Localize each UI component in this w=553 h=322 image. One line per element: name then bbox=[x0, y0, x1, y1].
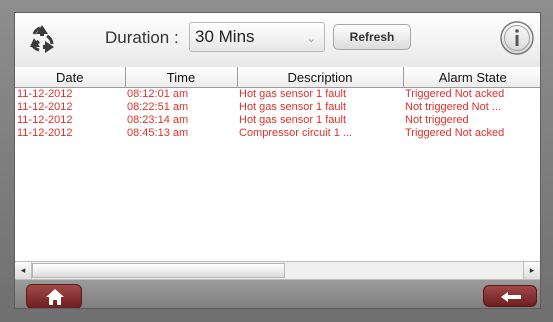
column-header-date[interactable]: Date bbox=[15, 67, 126, 88]
scroll-left-icon[interactable]: ◂ bbox=[15, 262, 32, 279]
cell-alarm-state: Triggered Not acked bbox=[405, 88, 505, 100]
duration-select[interactable]: 30 Mins ⌄ bbox=[189, 22, 325, 52]
scroll-right-icon[interactable]: ▸ bbox=[523, 262, 540, 279]
cell-description: Compressor circuit 1 ... bbox=[239, 127, 353, 139]
cell-time: 08:12:01 am bbox=[127, 88, 189, 100]
back-button[interactable] bbox=[483, 285, 537, 307]
cell-date: 11-12-2012 bbox=[17, 101, 73, 113]
table-row[interactable]: 11-12-2012 08:12:01 am Hot gas sensor 1 … bbox=[15, 88, 540, 102]
device-frame: Duration : 30 Mins ⌄ Refresh Date Time D… bbox=[0, 0, 553, 322]
horizontal-scrollbar[interactable]: ◂ ▸ bbox=[15, 261, 540, 280]
cell-description: Hot gas sensor 1 fault bbox=[239, 101, 347, 113]
table-row[interactable]: 11-12-2012 08:45:13 am Compressor circui… bbox=[15, 127, 540, 140]
column-header-description[interactable]: Description bbox=[237, 67, 404, 88]
home-button[interactable] bbox=[26, 284, 82, 308]
scrollbar-thumb[interactable] bbox=[32, 263, 285, 278]
alarm-table: Date Time Description Alarm State 11-12-… bbox=[15, 67, 540, 140]
bottom-navigation-bar bbox=[15, 280, 540, 308]
cell-description: Hot gas sensor 1 fault bbox=[239, 88, 347, 100]
toolbar: Duration : 30 Mins ⌄ Refresh bbox=[15, 13, 540, 67]
cell-date: 11-12-2012 bbox=[17, 88, 73, 100]
cell-time: 08:45:13 am bbox=[127, 127, 189, 139]
recycle-icon[interactable] bbox=[25, 22, 59, 56]
column-header-alarm-state[interactable]: Alarm State bbox=[403, 67, 540, 88]
cell-alarm-state: Triggered Not acked bbox=[405, 127, 505, 139]
back-arrow-icon bbox=[501, 292, 521, 302]
alarm-history-panel: Duration : 30 Mins ⌄ Refresh Date Time D… bbox=[14, 12, 541, 309]
table-header-row: Date Time Description Alarm State bbox=[15, 67, 540, 88]
info-icon[interactable] bbox=[499, 20, 535, 56]
chevron-down-icon: ⌄ bbox=[306, 33, 316, 45]
duration-value: 30 Mins bbox=[195, 27, 255, 46]
column-header-time[interactable]: Time bbox=[125, 67, 238, 88]
table-row[interactable]: 11-12-2012 08:22:51 am Hot gas sensor 1 … bbox=[15, 101, 540, 114]
alarm-table-area: Date Time Description Alarm State 11-12-… bbox=[15, 67, 540, 261]
cell-date: 11-12-2012 bbox=[17, 114, 73, 126]
duration-label: Duration : bbox=[105, 28, 179, 47]
refresh-button[interactable]: Refresh bbox=[333, 24, 411, 50]
cell-date: 11-12-2012 bbox=[17, 127, 73, 139]
cell-time: 08:22:51 am bbox=[127, 101, 189, 113]
cell-description: Hot gas sensor 1 fault bbox=[239, 114, 347, 126]
table-row[interactable]: 11-12-2012 08:23:14 am Hot gas sensor 1 … bbox=[15, 114, 540, 127]
cell-alarm-state: Not triggered bbox=[405, 114, 469, 126]
home-icon bbox=[46, 289, 64, 305]
cell-time: 08:23:14 am bbox=[127, 114, 189, 126]
cell-alarm-state: Not triggered Not ... bbox=[405, 101, 501, 113]
